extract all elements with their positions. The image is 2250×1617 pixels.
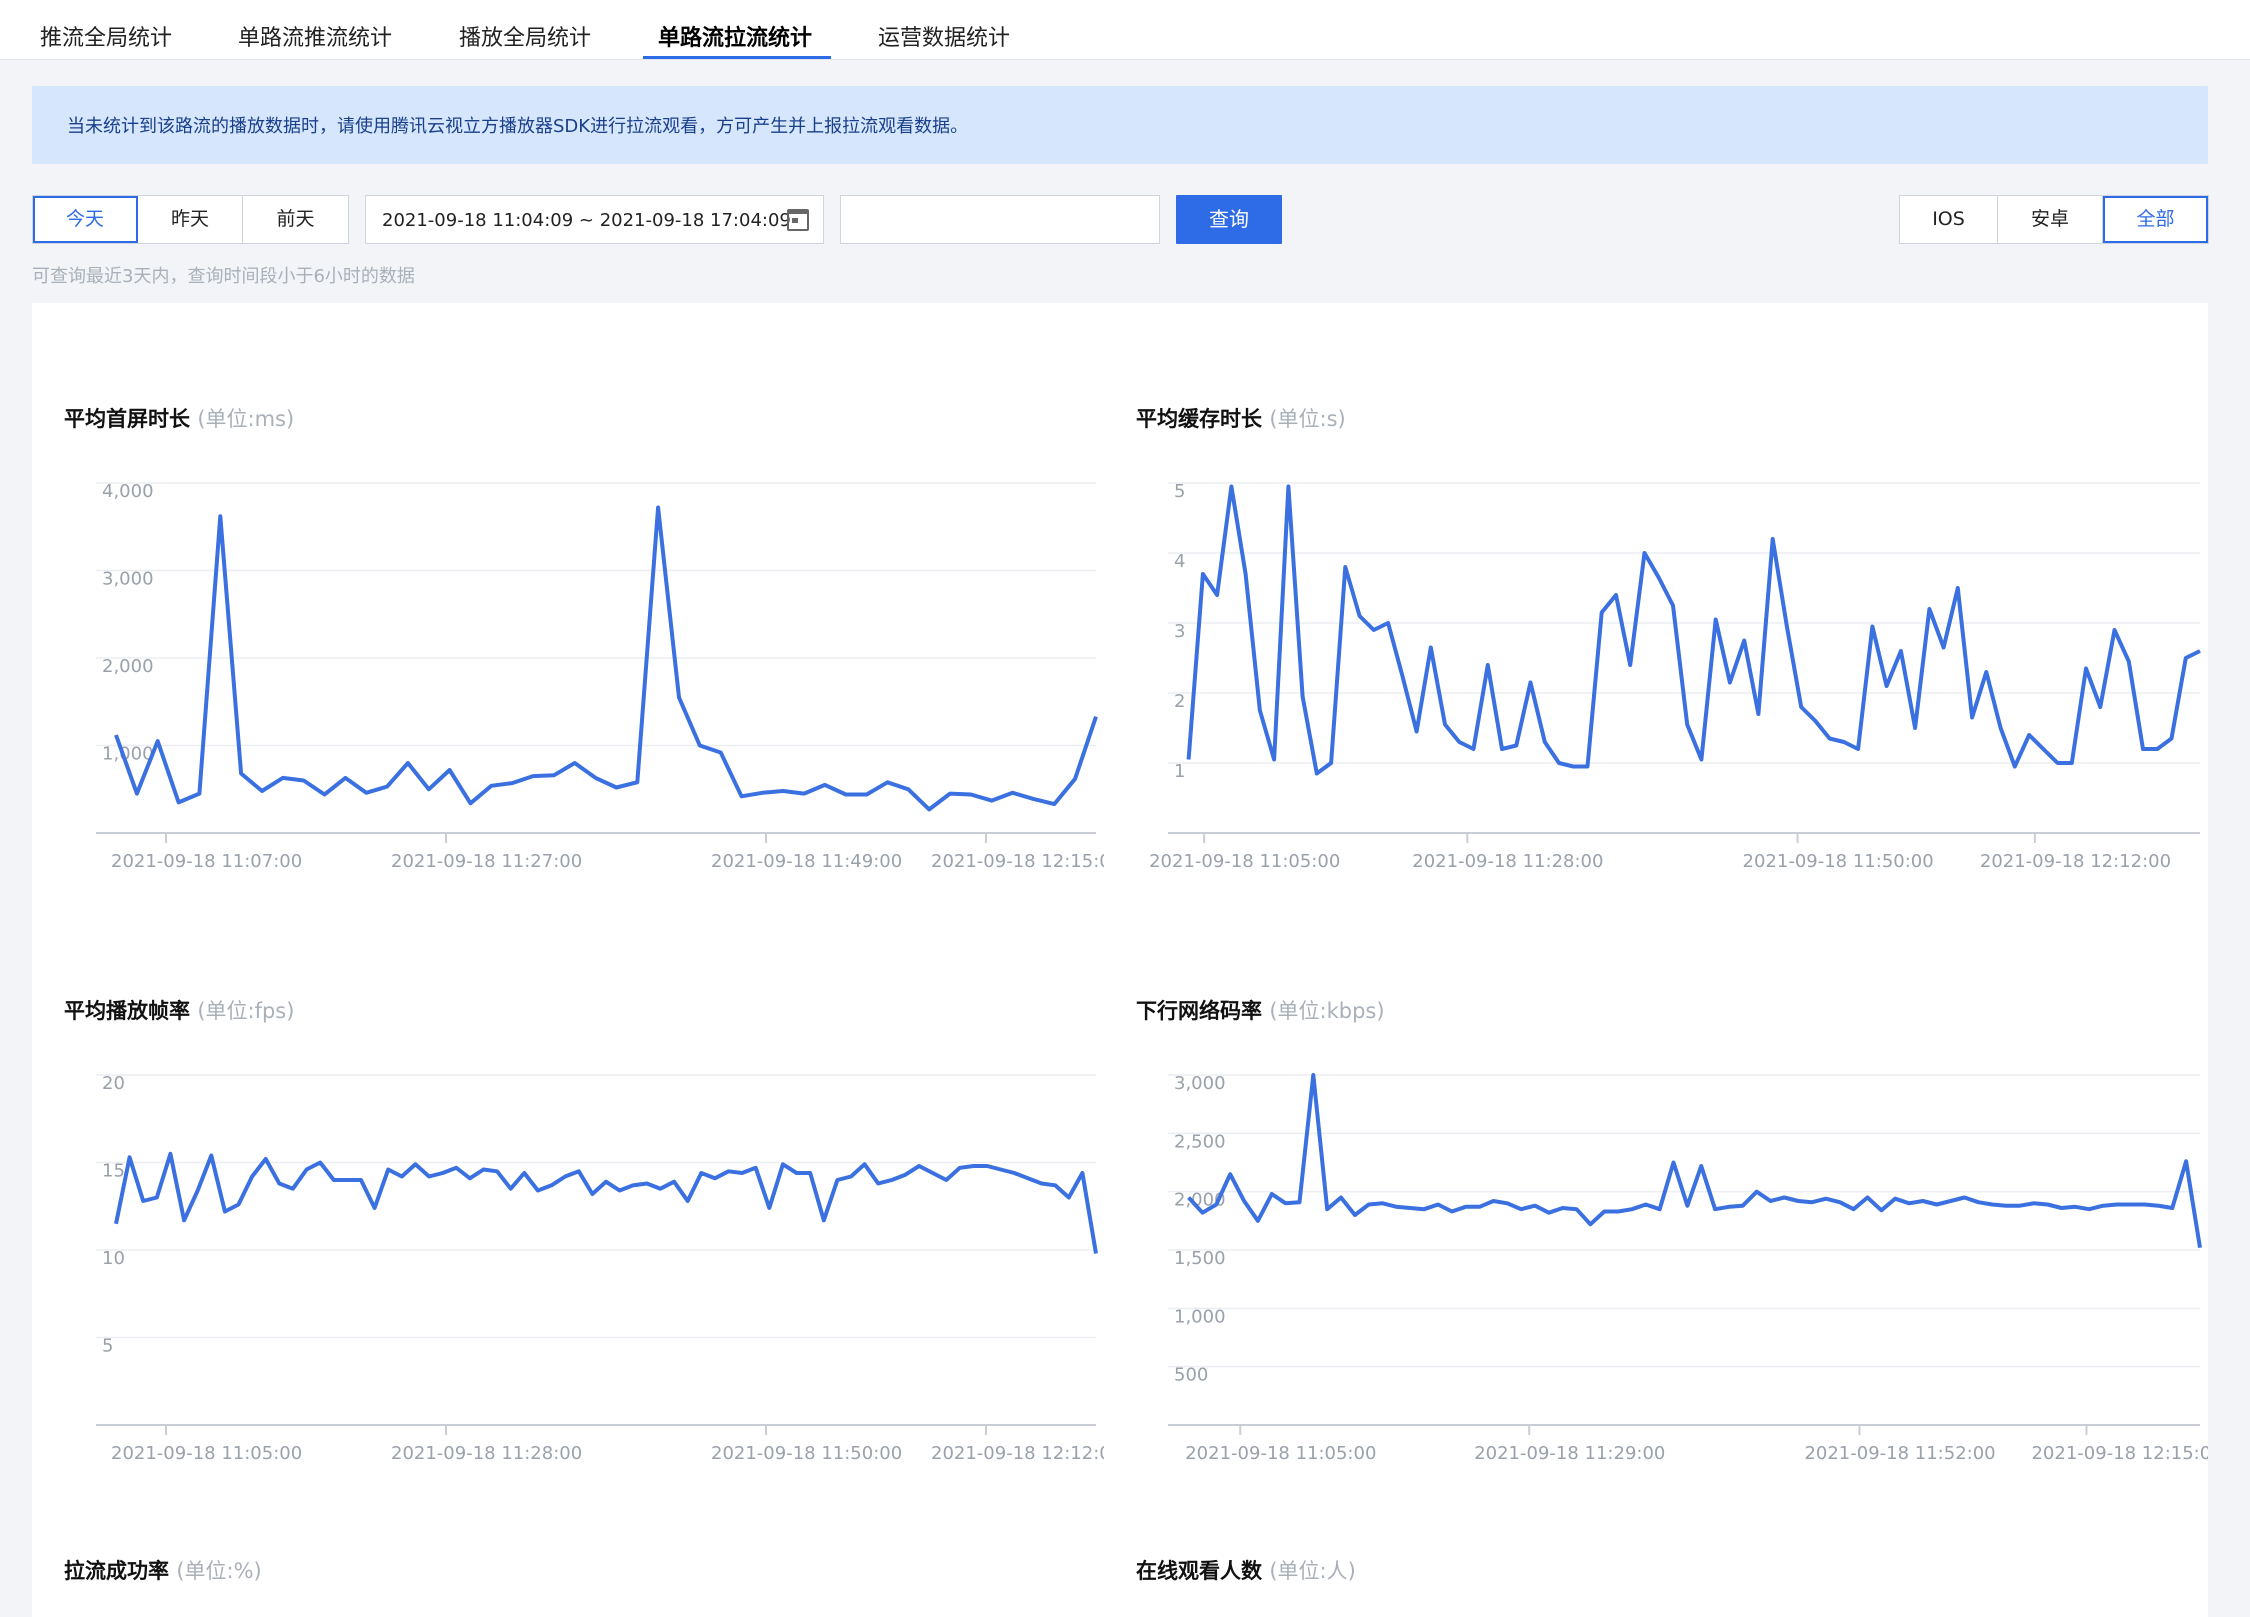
notice-text: 当未统计到该路流的播放数据时，请使用腾讯云视立方播放器SDK进行拉流观看，方可产… — [67, 116, 969, 137]
stream-name-input[interactable] — [840, 195, 1160, 244]
chart-title-fps: 平均播放帧率 (单位:fps) — [64, 999, 295, 1023]
x-tick-label: 2021-09-18 11:27:00 — [391, 851, 582, 872]
y-tick-label: 2 — [1174, 691, 1185, 712]
x-tick-label: 2021-09-18 11:29:00 — [1474, 1443, 1665, 1464]
x-tick-label: 2021-09-18 12:15:00 — [2031, 1443, 2208, 1464]
y-tick-label: 5 — [102, 1336, 113, 1357]
platform-filter: IOS 安卓 全部 — [1899, 195, 2209, 244]
date-range-picker[interactable]: 2021-09-18 11:04:09 ~ 2021-09-18 17:04:0… — [365, 195, 824, 244]
y-tick-label: 4 — [1174, 551, 1185, 572]
x-tick-label: 2021-09-18 11:28:00 — [1412, 851, 1603, 872]
chart-title-bitrate: 下行网络码率 (单位:kbps) — [1136, 999, 1385, 1023]
tab-single-pull[interactable]: 单路流拉流统计 — [658, 20, 812, 52]
y-tick-label: 3 — [1174, 621, 1185, 642]
y-tick-label: 2,500 — [1174, 1131, 1226, 1152]
platform-ios-button[interactable]: IOS — [1900, 196, 1998, 243]
active-tab-indicator — [643, 56, 831, 59]
day-before-yesterday-button[interactable]: 前天 — [243, 196, 348, 243]
y-tick-label: 1 — [1174, 761, 1185, 782]
x-tick-label: 2021-09-18 12:15:00 — [931, 851, 1104, 872]
x-tick-label: 2021-09-18 11:52:00 — [1804, 1443, 1995, 1464]
y-tick-label: 4,000 — [102, 481, 154, 502]
chart-title-first-frame: 平均首屏时长 (单位:ms) — [64, 407, 295, 431]
x-tick-label: 2021-09-18 11:07:00 — [111, 851, 302, 872]
tab-push-global[interactable]: 推流全局统计 — [40, 20, 172, 52]
series-line — [1187, 1073, 2202, 1249]
x-tick-label: 2021-09-18 11:05:00 — [111, 1443, 302, 1464]
y-tick-label: 3,000 — [102, 569, 154, 590]
chart-title-success-rate: 拉流成功率 (单位:%) — [64, 1559, 262, 1583]
query-hint: 可查询最近3天内，查询时间段小于6小时的数据 — [32, 266, 415, 287]
x-tick-label: 2021-09-18 11:50:00 — [711, 1443, 902, 1464]
y-tick-label: 2,000 — [102, 656, 154, 677]
tab-operation-data[interactable]: 运营数据统计 — [878, 20, 1010, 52]
bitrate-chart: 5001,0001,5002,0002,5003,0002021-09-18 1… — [1168, 1073, 2208, 1464]
x-tick-label: 2021-09-18 12:12:00 — [931, 1443, 1104, 1464]
chart-title-online-viewers: 在线观看人数 (单位:人) — [1136, 1559, 1356, 1583]
y-tick-label: 10 — [102, 1248, 125, 1269]
y-tick-label: 1,000 — [1174, 1306, 1226, 1327]
calendar-icon[interactable] — [787, 209, 809, 231]
info-notice: 当未统计到该路流的播放数据时，请使用腾讯云视立方播放器SDK进行拉流观看，方可产… — [32, 86, 2208, 164]
chart-title-buffer: 平均缓存时长 (单位:s) — [1136, 407, 1346, 431]
series-line — [114, 1151, 1098, 1254]
x-tick-label: 2021-09-18 11:28:00 — [391, 1443, 582, 1464]
query-button[interactable]: 查询 — [1176, 195, 1282, 244]
x-tick-label: 2021-09-18 12:12:00 — [1980, 851, 2171, 872]
x-tick-label: 2021-09-18 11:50:00 — [1743, 851, 1934, 872]
buffer-chart: 1 2 3 4 5 2021-09-18 11:05:00 2021-09-18 11:28… — [1149, 481, 2201, 872]
today-button[interactable]: 今天 — [33, 196, 138, 243]
x-tick-label: 2021-09-18 11:05:00 — [1149, 851, 1340, 872]
series-line — [1186, 484, 2201, 776]
y-tick-label: 20 — [102, 1073, 125, 1094]
charts-panel: 平均首屏时长 (单位:ms) 平均缓存时长 (单位:s) 平均播放帧率 (单位:… — [32, 303, 2208, 1617]
fps-chart: 5 10 15 20 2021-09-18 11:05:00 2021-09-18 11:… — [96, 1073, 1104, 1464]
top-tab-bar: 推流全局统计 单路流推流统计 播放全局统计 单路流拉流统计 运营数据统计 — [0, 0, 2250, 60]
tab-single-push[interactable]: 单路流推流统计 — [238, 20, 392, 52]
platform-all-button[interactable]: 全部 — [2103, 196, 2208, 243]
x-tick-label: 2021-09-18 11:05:00 — [1185, 1443, 1376, 1464]
x-tick-label: 2021-09-18 11:49:00 — [711, 851, 902, 872]
platform-android-button[interactable]: 安卓 — [1998, 196, 2103, 243]
y-tick-label: 15 — [102, 1161, 125, 1182]
yesterday-button[interactable]: 昨天 — [138, 196, 243, 243]
date-range-value: 2021-09-18 11:04:09 ~ 2021-09-18 17:04:0… — [382, 210, 791, 231]
y-tick-label: 1,000 — [102, 744, 154, 765]
y-tick-label: 500 — [1174, 1365, 1208, 1386]
day-filter: 今天 昨天 前天 — [32, 195, 349, 244]
y-tick-label: 3,000 — [1174, 1073, 1226, 1094]
tab-play-global[interactable]: 播放全局统计 — [459, 20, 591, 52]
y-tick-label: 5 — [1174, 481, 1185, 502]
first-frame-chart: 1,000 2,000 3,000 4,000 2021-09-18 11:07:00 2… — [96, 481, 1104, 872]
y-tick-label: 1,500 — [1174, 1248, 1226, 1269]
